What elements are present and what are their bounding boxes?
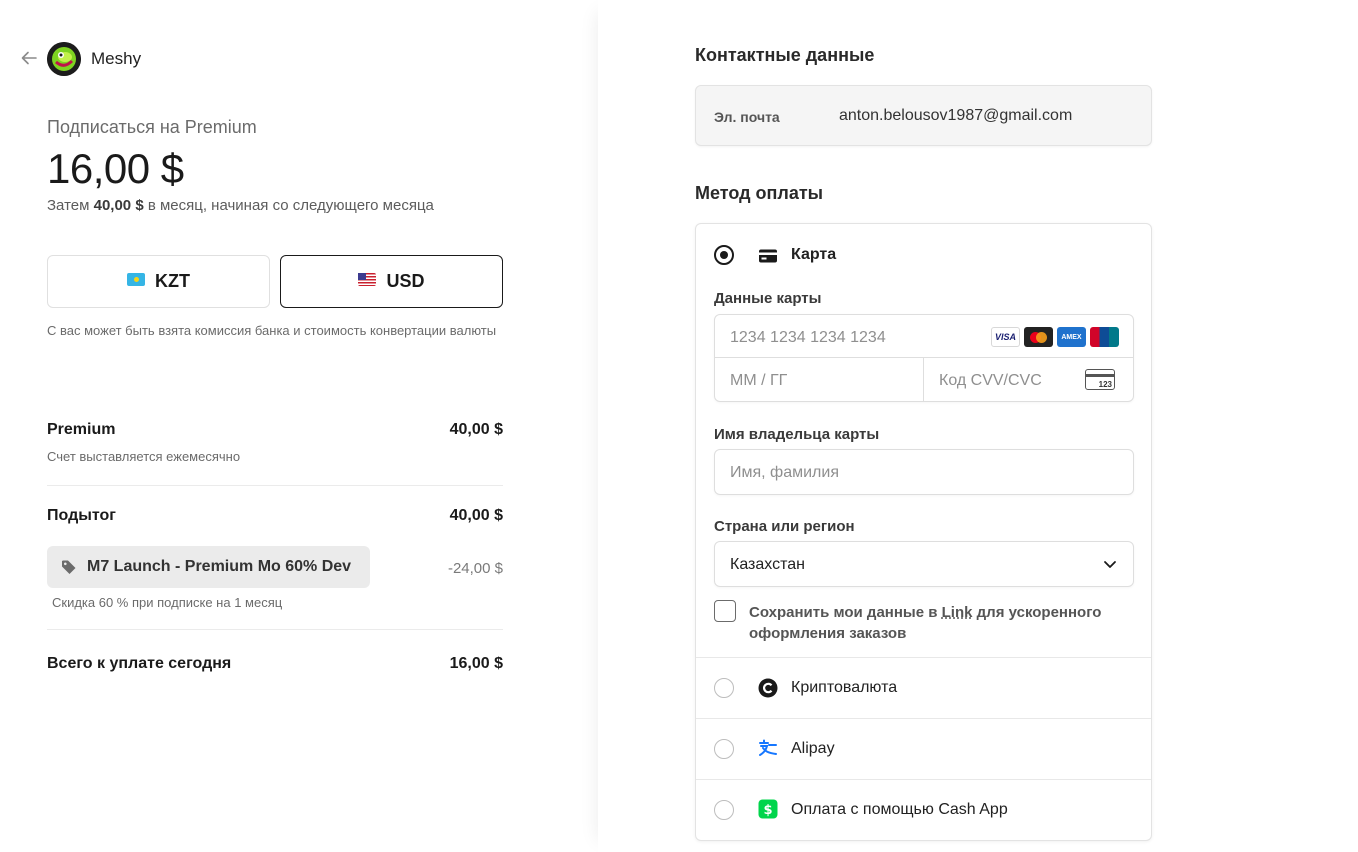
back-arrow-icon[interactable] bbox=[20, 49, 40, 69]
card-fields-group: 1234 1234 1234 1234 VISA AMEX ММ / ГГ Ко… bbox=[714, 314, 1134, 402]
divider bbox=[696, 657, 1151, 658]
cashapp-method-label[interactable]: Оплата с помощью Cash App bbox=[791, 801, 1008, 819]
currency-usd-button[interactable]: USD bbox=[280, 255, 503, 308]
cashapp-radio[interactable] bbox=[714, 800, 734, 820]
tag-icon bbox=[62, 560, 76, 574]
country-value: Казахстан bbox=[730, 556, 805, 573]
cashapp-icon: $ bbox=[758, 799, 778, 819]
svg-text:$: $ bbox=[763, 803, 772, 818]
mastercard-icon bbox=[1024, 327, 1053, 347]
premium-item-price: 40,00 $ bbox=[449, 421, 503, 438]
kz-flag-icon bbox=[127, 273, 145, 286]
email-value: anton.belousov1987@gmail.com bbox=[839, 107, 1073, 124]
currency-kzt-button[interactable]: KZT bbox=[47, 255, 270, 308]
promo-code-label: M7 Launch - Premium Mo 60% Dev bbox=[87, 558, 352, 575]
divider bbox=[696, 779, 1151, 780]
today-price: 16,00 $ bbox=[47, 145, 184, 192]
email-label: Эл. почта bbox=[714, 109, 780, 125]
promo-discount-value: -24,00 $ bbox=[447, 560, 503, 577]
recurring-amount: 40,00 $ bbox=[93, 197, 144, 214]
divider bbox=[47, 485, 503, 486]
card-number-placeholder: 1234 1234 1234 1234 bbox=[730, 329, 886, 346]
payment-method-heading: Метод оплаты bbox=[695, 183, 824, 203]
subtotal-value: 40,00 $ bbox=[449, 507, 503, 524]
cardholder-placeholder: Имя, фамилия bbox=[730, 464, 839, 481]
divider bbox=[47, 629, 503, 630]
conversion-fee-note: С вас может быть взята комиссия банка и … bbox=[47, 323, 497, 338]
total-value: 16,00 $ bbox=[449, 655, 503, 672]
save-link-text: Сохранить мои данные в Link для ускоренн… bbox=[749, 602, 1119, 644]
premium-billing-note: Счет выставляется ежемесячно bbox=[47, 449, 241, 464]
total-label: Всего к уплате сегодня bbox=[47, 655, 232, 672]
visa-icon: VISA bbox=[991, 327, 1020, 347]
card-cvc-placeholder: Код CVV/CVC bbox=[939, 372, 1042, 389]
promo-code-chip[interactable]: M7 Launch - Premium Mo 60% Dev bbox=[47, 546, 370, 588]
unionpay-icon bbox=[1090, 327, 1119, 347]
crypto-radio[interactable] bbox=[714, 678, 734, 698]
card-radio[interactable] bbox=[714, 245, 734, 265]
country-label: Страна или регион bbox=[714, 518, 855, 535]
amex-icon: AMEX bbox=[1057, 327, 1086, 347]
card-brands: VISA AMEX bbox=[991, 327, 1119, 347]
alipay-radio[interactable] bbox=[714, 739, 734, 759]
recurring-suffix: в месяц, начиная со следующего месяца bbox=[147, 197, 434, 214]
email-field[interactable]: Эл. почта anton.belousov1987@gmail.com bbox=[695, 85, 1152, 146]
divider bbox=[696, 718, 1151, 719]
contact-heading: Контактные данные bbox=[695, 45, 875, 65]
order-summary-panel: Meshy Подписаться на Premium 16,00 $ Зат… bbox=[0, 0, 598, 852]
card-expiry-input[interactable]: ММ / ГГ bbox=[715, 358, 924, 402]
crypto-icon bbox=[758, 678, 778, 698]
card-data-label: Данные карты bbox=[714, 290, 822, 307]
premium-item-label: Premium bbox=[47, 421, 116, 438]
save-text-before: Сохранить мои данные в bbox=[749, 604, 938, 621]
currency-kzt-label: KZT bbox=[155, 271, 190, 291]
currency-usd-label: USD bbox=[386, 271, 425, 291]
cardholder-input[interactable]: Имя, фамилия bbox=[714, 449, 1134, 495]
card-number-input[interactable]: 1234 1234 1234 1234 VISA AMEX bbox=[715, 315, 1133, 358]
link-text[interactable]: Link bbox=[942, 604, 973, 621]
subtotal-label: Подытог bbox=[47, 507, 116, 524]
cardholder-label: Имя владельца карты bbox=[714, 426, 880, 443]
card-cvc-input[interactable]: Код CVV/CVC 123 bbox=[924, 358, 1133, 402]
save-link-checkbox[interactable] bbox=[714, 600, 736, 622]
us-flag-icon bbox=[358, 273, 377, 286]
crypto-method-label[interactable]: Криптовалюта bbox=[791, 679, 897, 697]
chevron-down-icon bbox=[1104, 561, 1116, 568]
promo-description: Скидка 60 % при подписке на 1 месяц bbox=[52, 595, 283, 610]
alipay-method-label[interactable]: Alipay bbox=[791, 740, 835, 758]
country-select[interactable]: Казахстан bbox=[714, 541, 1134, 587]
card-method-label[interactable]: Карта bbox=[791, 246, 836, 264]
card-expiry-placeholder: ММ / ГГ bbox=[730, 372, 788, 389]
subscription-title: Подписаться на Premium bbox=[47, 117, 257, 137]
recurring-note: Затем 40,00 $ в месяц, начиная со следую… bbox=[47, 197, 434, 214]
card-icon bbox=[759, 249, 777, 263]
payment-panel: Контактные данные Эл. почта anton.belous… bbox=[598, 0, 1358, 852]
meshy-logo[interactable] bbox=[47, 42, 81, 76]
cvc-card-icon: 123 bbox=[1085, 369, 1115, 390]
alipay-icon bbox=[759, 739, 777, 756]
cvc-icon-text: 123 bbox=[1098, 380, 1112, 389]
payment-methods-card: Карта Данные карты 1234 1234 1234 1234 V… bbox=[695, 223, 1152, 841]
recurring-prefix: Затем bbox=[47, 197, 90, 214]
merchant-name: Meshy bbox=[91, 49, 142, 68]
